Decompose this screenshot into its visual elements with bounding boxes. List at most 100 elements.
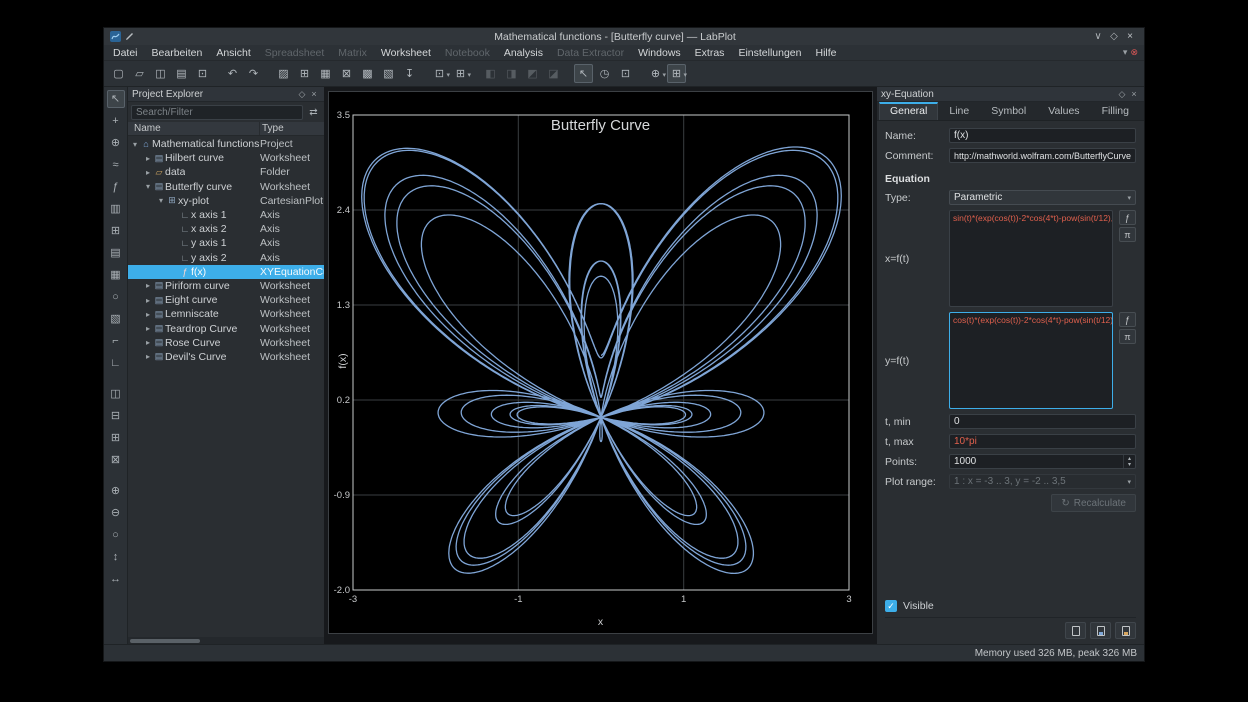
add-legend-tool[interactable]: ▧ bbox=[107, 310, 125, 328]
add-histogram-tool[interactable]: ▥ bbox=[107, 200, 125, 218]
tree-row-piriform-curve[interactable]: ▸▤Piriform curveWorksheet bbox=[128, 279, 324, 293]
zoom-selection-tool[interactable]: ⊕ bbox=[107, 134, 125, 152]
close-document-icon[interactable]: ⊗ bbox=[1130, 47, 1138, 58]
insert-function-button[interactable]: ƒ bbox=[1119, 210, 1136, 225]
y-equation-input[interactable]: cos(t)*(exp(cos(t))-2*cos(4*t)-pow(sin(t… bbox=[949, 312, 1113, 409]
new-spreadsheet-button[interactable]: ▦ bbox=[316, 64, 335, 83]
tree-row-hilbert-curve[interactable]: ▸▤Hilbert curveWorksheet bbox=[128, 151, 324, 165]
x-equation-input[interactable]: sin(t)*(exp(cos(t))-2*cos(4*t)-pow(sin(t… bbox=[949, 210, 1113, 307]
tree-row-mathematical-functions[interactable]: ▾⌂Mathematical functionsProject bbox=[128, 137, 324, 151]
add-equation-curve-tool[interactable]: ƒ bbox=[107, 178, 125, 196]
tree-row-xy-plot[interactable]: ▾⊞xy-plotCartesianPlot bbox=[128, 194, 324, 208]
undo-button[interactable]: ↶ bbox=[223, 64, 242, 83]
recalculate-button[interactable]: ↻ Recalculate bbox=[1051, 494, 1136, 512]
tree-row-x-axis-1[interactable]: ∟x axis 1Axis bbox=[128, 208, 324, 222]
chevron-right-icon[interactable]: ▸ bbox=[143, 281, 153, 290]
zoom-mode-button[interactable]: ⊕▾ bbox=[646, 64, 665, 83]
zoom-fit-height-tool[interactable]: ↕ bbox=[107, 548, 125, 566]
chevron-right-icon[interactable]: ▸ bbox=[143, 352, 153, 361]
t-min-input[interactable] bbox=[949, 414, 1136, 429]
chevron-down-icon[interactable]: ▾ bbox=[156, 196, 166, 205]
pointer-tool[interactable]: ↖ bbox=[107, 90, 125, 108]
close-panel-icon[interactable]: × bbox=[308, 89, 320, 99]
search-input[interactable] bbox=[131, 105, 303, 120]
menu-item-extras[interactable]: Extras bbox=[688, 47, 732, 59]
tab-general[interactable]: General bbox=[879, 102, 938, 120]
close-button[interactable]: × bbox=[1122, 31, 1138, 42]
tile-windows-button[interactable]: ◨ bbox=[502, 64, 521, 83]
tree-row-f-x[interactable]: ƒf(x)XYEquationCurve bbox=[128, 265, 324, 279]
menu-item-ansicht[interactable]: Ansicht bbox=[209, 47, 257, 59]
add-horizontal-axis-tool[interactable]: ⌐ bbox=[107, 332, 125, 350]
spin-down-icon[interactable]: ▾ bbox=[1128, 462, 1131, 468]
tree-row-y-axis-2[interactable]: ∟y axis 2Axis bbox=[128, 251, 324, 265]
horizontal-scrollbar[interactable] bbox=[128, 637, 324, 644]
chevron-right-icon[interactable]: ▸ bbox=[143, 154, 153, 163]
chevron-right-icon[interactable]: ▸ bbox=[143, 324, 153, 333]
open-project-button[interactable]: ▱ bbox=[130, 64, 149, 83]
chevron-right-icon[interactable]: ▸ bbox=[143, 310, 153, 319]
print-preview-button[interactable]: ⊡ bbox=[193, 64, 212, 83]
tree-row-butterfly-curve[interactable]: ▾▤Butterfly curveWorksheet bbox=[128, 180, 324, 194]
tree-row-data[interactable]: ▸▱dataFolder bbox=[128, 165, 324, 179]
menu-item-matrix[interactable]: Matrix bbox=[331, 47, 374, 59]
menu-item-datei[interactable]: Datei bbox=[106, 47, 145, 59]
tree-row-rose-curve[interactable]: ▸▤Rose CurveWorksheet bbox=[128, 336, 324, 350]
add-info-element-tool[interactable]: ○ bbox=[107, 288, 125, 306]
menubar-overflow-icon[interactable]: ▾ bbox=[1123, 47, 1128, 58]
name-input[interactable] bbox=[949, 128, 1136, 143]
chevron-right-icon[interactable]: ▸ bbox=[143, 296, 153, 305]
filter-options-icon[interactable]: ⇄ bbox=[306, 107, 321, 118]
zoom-select-button[interactable]: ⊡ bbox=[616, 64, 635, 83]
column-header-name[interactable]: Name bbox=[128, 122, 260, 135]
points-spinbox[interactable]: ▴ ▾ bbox=[949, 454, 1136, 469]
chevron-right-icon[interactable]: ▸ bbox=[143, 168, 153, 177]
menu-item-spreadsheet[interactable]: Spreadsheet bbox=[258, 47, 332, 59]
new-matrix-button[interactable]: ⊠ bbox=[337, 64, 356, 83]
break-layout-tool[interactable]: ⊠ bbox=[107, 451, 125, 469]
close-dock-icon[interactable]: × bbox=[1128, 89, 1140, 99]
add-plot-tool[interactable]: ⊞ bbox=[107, 222, 125, 240]
menu-item-data-extractor[interactable]: Data Extractor bbox=[550, 47, 631, 59]
comment-input[interactable] bbox=[949, 148, 1136, 163]
chevron-down-icon[interactable]: ▾ bbox=[130, 140, 140, 149]
chevron-right-icon[interactable]: ▸ bbox=[143, 338, 153, 347]
redo-button[interactable]: ↷ bbox=[244, 64, 263, 83]
maximize-button[interactable]: ◇ bbox=[1106, 31, 1122, 42]
manage-functions-button[interactable] bbox=[1115, 622, 1136, 639]
titlebar[interactable]: Mathematical functions - [Butterfly curv… bbox=[104, 28, 1144, 45]
tree-row-teardrop-curve[interactable]: ▸▤Teardrop CurveWorksheet bbox=[128, 321, 324, 335]
previous-window-button[interactable]: ◩ bbox=[523, 64, 542, 83]
tab-filling[interactable]: Filling bbox=[1091, 102, 1140, 120]
select-pointer-button[interactable]: ↖ bbox=[574, 64, 593, 83]
chevron-down-icon[interactable]: ▾ bbox=[143, 182, 153, 191]
new-workbook-button[interactable]: ⊞ bbox=[295, 64, 314, 83]
new-worksheet-button[interactable]: ▩ bbox=[358, 64, 377, 83]
add-vertical-axis-tool[interactable]: ∟ bbox=[107, 354, 125, 372]
type-select[interactable]: Parametric ▾ bbox=[949, 190, 1136, 205]
tree-row-lemniscate[interactable]: ▸▤LemniscateWorksheet bbox=[128, 307, 324, 321]
plot-canvas[interactable]: -3-1133.52.41.30.2-0.9-2.0 Butterfly Cur… bbox=[328, 91, 873, 634]
menu-item-hilfe[interactable]: Hilfe bbox=[808, 47, 843, 59]
zoom-out-tool[interactable]: ⊖ bbox=[107, 504, 125, 522]
zoom-origin-tool[interactable]: ○ bbox=[107, 526, 125, 544]
next-window-button[interactable]: ◪ bbox=[544, 64, 563, 83]
tab-line[interactable]: Line bbox=[938, 102, 980, 120]
tree-row-x-axis-2[interactable]: ∟x axis 2Axis bbox=[128, 222, 324, 236]
add-image-tool[interactable]: ▦ bbox=[107, 266, 125, 284]
new-plot-button[interactable]: ⊞▾ bbox=[451, 64, 470, 83]
magnification-button[interactable]: ⊞▾ bbox=[667, 64, 686, 83]
load-function-button[interactable] bbox=[1065, 622, 1086, 639]
new-project-button[interactable]: ▢ bbox=[109, 64, 128, 83]
insert-constant-button[interactable]: π bbox=[1119, 329, 1136, 344]
menu-item-windows[interactable]: Windows bbox=[631, 47, 688, 59]
grid-layout-tool[interactable]: ⊞ bbox=[107, 429, 125, 447]
navigate-button[interactable]: ◷ bbox=[595, 64, 614, 83]
visible-checkbox[interactable]: ✓ bbox=[885, 600, 897, 612]
save-function-button[interactable] bbox=[1090, 622, 1111, 639]
new-folder-button[interactable]: ▨ bbox=[274, 64, 293, 83]
tab-values[interactable]: Values bbox=[1037, 102, 1090, 120]
zoom-in-tool[interactable]: ⊕ bbox=[107, 482, 125, 500]
t-max-input[interactable] bbox=[949, 434, 1136, 449]
horizontal-layout-tool[interactable]: ⊟ bbox=[107, 407, 125, 425]
